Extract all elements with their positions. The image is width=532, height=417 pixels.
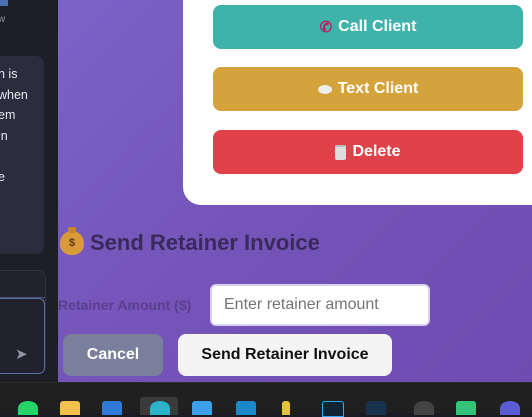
message-line: n is xyxy=(0,67,18,81)
message-line: in xyxy=(0,128,8,143)
retainer-amount-input[interactable] xyxy=(210,284,430,326)
excel-icon[interactable] xyxy=(456,401,476,415)
send-retainer-invoice-button[interactable]: Send Retainer Invoice xyxy=(178,334,392,376)
avatar-icon[interactable] xyxy=(500,401,520,415)
message-line: em xyxy=(0,108,16,122)
file-explorer-icon[interactable] xyxy=(60,401,80,415)
delete-button[interactable]: Delete xyxy=(213,130,523,174)
app-content: ✆ Call Client Text Client Delete $ Send … xyxy=(58,0,532,382)
taskbar xyxy=(0,382,532,417)
app-icon[interactable] xyxy=(192,401,212,415)
chatgpt-icon[interactable] xyxy=(414,401,434,415)
text-client-label: Text Client xyxy=(337,80,419,97)
message-line: when xyxy=(0,87,28,102)
retainer-title-text: Send Retainer Invoice xyxy=(90,230,320,255)
call-client-label: Call Client xyxy=(338,18,417,35)
text-client-button[interactable]: Text Client xyxy=(213,67,523,111)
message-line: e xyxy=(0,169,5,184)
azure-icon[interactable] xyxy=(102,401,122,415)
cancel-button[interactable]: Cancel xyxy=(63,334,163,376)
retainer-amount-label: Retainer Amount ($) xyxy=(58,297,192,313)
phone-icon: ✆ xyxy=(319,18,333,36)
chat-message-bubble: n is when em in e xyxy=(0,56,44,254)
top-indicator xyxy=(0,0,8,6)
whatsapp-icon[interactable] xyxy=(18,401,38,415)
message-line xyxy=(0,146,44,167)
edge-logo-icon xyxy=(150,401,170,415)
trash-icon xyxy=(335,144,347,160)
send-icon[interactable]: ➤ xyxy=(15,345,28,363)
speech-bubble-icon xyxy=(317,84,332,94)
client-actions-card: ✆ Call Client Text Client Delete xyxy=(183,0,532,205)
call-client-button[interactable]: ✆ Call Client xyxy=(213,5,523,49)
money-bag-icon: $ xyxy=(60,227,84,255)
outlook-icon[interactable] xyxy=(236,401,256,415)
left-panel-top-text: w xyxy=(0,14,6,25)
retainer-section-title: $ Send Retainer Invoice xyxy=(60,227,320,256)
photoshop-icon[interactable] xyxy=(322,401,344,417)
pen-icon[interactable] xyxy=(282,401,290,415)
left-chat-panel: w n is when em in e ➤ xyxy=(0,0,58,382)
delete-label: Delete xyxy=(352,143,401,160)
app-icon-2[interactable] xyxy=(366,401,386,415)
